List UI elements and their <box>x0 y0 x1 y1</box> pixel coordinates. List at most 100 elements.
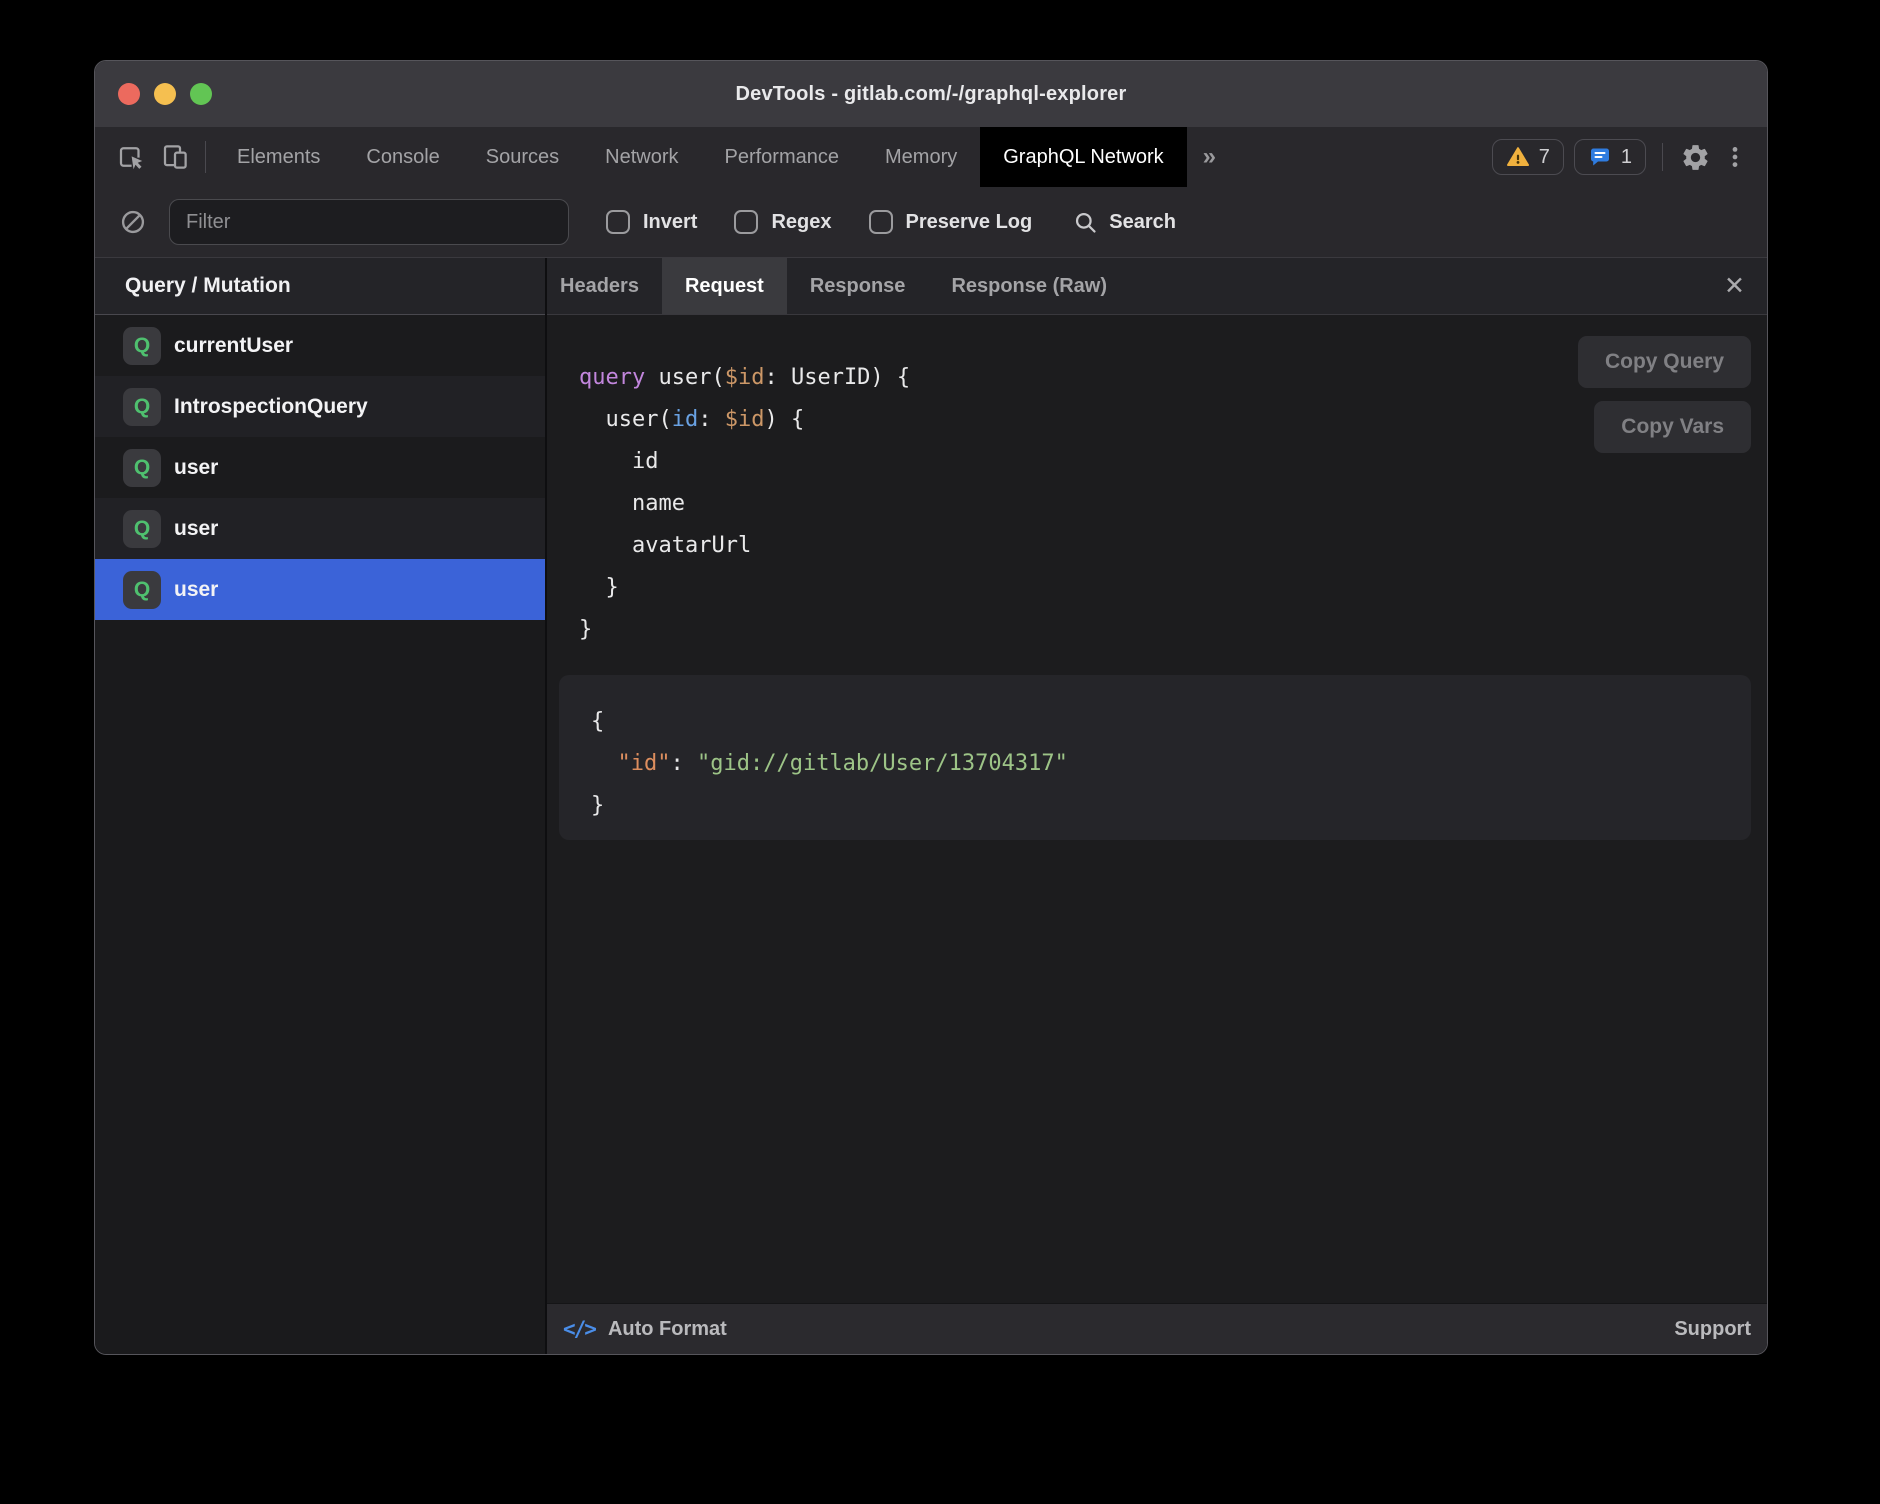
code-line: } <box>579 609 910 651</box>
code-token: $id <box>725 407 765 432</box>
toolbar-separator <box>205 141 206 173</box>
query-list-sidebar: Query / Mutation Q currentUser Q Introsp… <box>95 258 547 1354</box>
settings-gear-icon[interactable] <box>1673 127 1717 187</box>
code-line: query user($id: UserID) { <box>579 357 910 399</box>
traffic-lights <box>118 61 212 127</box>
auto-format-toggle[interactable]: Auto Format <box>608 1318 727 1341</box>
query-list-item-selected[interactable]: Q user <box>95 559 545 620</box>
copy-buttons: Copy Query Copy Vars <box>1578 336 1751 453</box>
query-variables-box: { "id": "gid://gitlab/User/13704317" } <box>559 675 1751 840</box>
request-content: query user($id: UserID) { user(id: $id) … <box>547 315 1767 1303</box>
regex-label: Regex <box>771 211 831 234</box>
more-tabs-chevron-icon[interactable]: » <box>1187 127 1232 187</box>
code-token: user( <box>579 407 672 432</box>
code-line: user(id: $id) { <box>579 399 910 441</box>
zoom-window-button[interactable] <box>190 83 212 105</box>
code-brackets-icon: </> <box>563 1317 595 1341</box>
warning-icon <box>1506 145 1530 169</box>
code-token: id <box>672 407 699 432</box>
close-window-button[interactable] <box>118 83 140 105</box>
detail-panel: Headers Request Response Response (Raw) … <box>547 258 1767 1354</box>
clear-filter-icon[interactable] <box>119 208 147 236</box>
search-label: Search <box>1109 211 1176 234</box>
tab-memory[interactable]: Memory <box>862 127 980 187</box>
tab-request[interactable]: Request <box>662 258 787 314</box>
tab-console[interactable]: Console <box>343 127 462 187</box>
close-detail-icon[interactable]: ✕ <box>1724 274 1745 299</box>
query-type-badge: Q <box>123 510 161 548</box>
search-icon <box>1072 209 1099 236</box>
warnings-badge[interactable]: 7 <box>1492 139 1564 175</box>
badge-separator <box>1662 143 1663 171</box>
title-bar: DevTools - gitlab.com/-/graphql-explorer <box>95 61 1767 127</box>
query-type-badge: Q <box>123 571 161 609</box>
query-type-badge: Q <box>123 327 161 365</box>
code-token: $id <box>725 365 765 390</box>
query-list-item[interactable]: Q currentUser <box>95 315 545 376</box>
tab-graphql-network[interactable]: GraphQL Network <box>980 127 1186 187</box>
code-line: id <box>579 441 910 483</box>
issues-count: 1 <box>1621 146 1632 169</box>
query-list-item[interactable]: Q IntrospectionQuery <box>95 376 545 437</box>
query-name: currentUser <box>174 334 293 358</box>
devtools-window: DevTools - gitlab.com/-/graphql-explorer… <box>94 60 1768 1355</box>
query-list-item[interactable]: Q user <box>95 498 545 559</box>
tab-response-raw[interactable]: Response (Raw) <box>928 258 1130 314</box>
code-token: : <box>698 407 725 432</box>
filter-bar: Invert Regex Preserve Log Search <box>95 187 1767 258</box>
copy-vars-button[interactable]: Copy Vars <box>1594 401 1751 453</box>
toolbar-right-group: 7 1 <box>1482 127 1767 187</box>
support-link[interactable]: Support <box>1674 1318 1751 1341</box>
detail-tabs: Headers Request Response Response (Raw) … <box>547 258 1767 315</box>
code-line: avatarUrl <box>579 525 910 567</box>
code-token: "gid://gitlab/User/13704317" <box>697 751 1068 776</box>
window-title: DevTools - gitlab.com/-/graphql-explorer <box>735 83 1126 106</box>
status-bar: </> Auto Format Support <box>547 1303 1767 1354</box>
regex-checkbox <box>734 210 758 234</box>
code-token: "id" <box>618 751 671 776</box>
tab-headers[interactable]: Headers <box>547 258 662 314</box>
warnings-count: 7 <box>1539 146 1550 169</box>
main-area: Query / Mutation Q currentUser Q Introsp… <box>95 258 1767 1354</box>
code-line: } <box>591 785 1751 827</box>
search-toggle[interactable]: Search <box>1072 209 1176 236</box>
filter-input[interactable] <box>169 199 569 245</box>
code-line: } <box>579 567 910 609</box>
copy-query-button[interactable]: Copy Query <box>1578 336 1751 388</box>
code-token: : <box>670 751 697 776</box>
code-token: ) { <box>764 407 804 432</box>
minimize-window-button[interactable] <box>154 83 176 105</box>
graphql-query-code: query user($id: UserID) { user(id: $id) … <box>579 357 910 651</box>
tab-elements[interactable]: Elements <box>214 127 343 187</box>
code-token: : UserID) { <box>764 365 910 390</box>
invert-label: Invert <box>643 211 697 234</box>
chat-bubble-icon <box>1588 145 1612 169</box>
invert-checkbox <box>606 210 630 234</box>
invert-checkbox-group[interactable]: Invert <box>606 210 697 234</box>
sidebar-header: Query / Mutation <box>95 258 545 315</box>
tab-network[interactable]: Network <box>582 127 701 187</box>
query-type-badge: Q <box>123 388 161 426</box>
code-token: user( <box>645 365 724 390</box>
devtools-tab-bar: Elements Console Sources Network Perform… <box>95 127 1767 187</box>
kebab-menu-icon[interactable] <box>1717 127 1753 187</box>
query-name: user <box>174 578 218 602</box>
preserve-log-checkbox-group[interactable]: Preserve Log <box>869 210 1033 234</box>
inspect-element-icon[interactable] <box>109 127 153 187</box>
code-token: query <box>579 365 645 390</box>
tab-performance[interactable]: Performance <box>702 127 863 187</box>
query-list-item[interactable]: Q user <box>95 437 545 498</box>
tab-sources[interactable]: Sources <box>463 127 582 187</box>
query-name: user <box>174 517 218 541</box>
tab-response[interactable]: Response <box>787 258 929 314</box>
preserve-log-checkbox <box>869 210 893 234</box>
preserve-log-label: Preserve Log <box>906 211 1033 234</box>
query-name: IntrospectionQuery <box>174 395 368 419</box>
code-line: name <box>579 483 910 525</box>
regex-checkbox-group[interactable]: Regex <box>734 210 831 234</box>
device-toolbar-icon[interactable] <box>153 127 197 187</box>
code-token <box>591 751 618 776</box>
query-type-badge: Q <box>123 449 161 487</box>
query-name: user <box>174 456 218 480</box>
issues-badge[interactable]: 1 <box>1574 139 1646 175</box>
